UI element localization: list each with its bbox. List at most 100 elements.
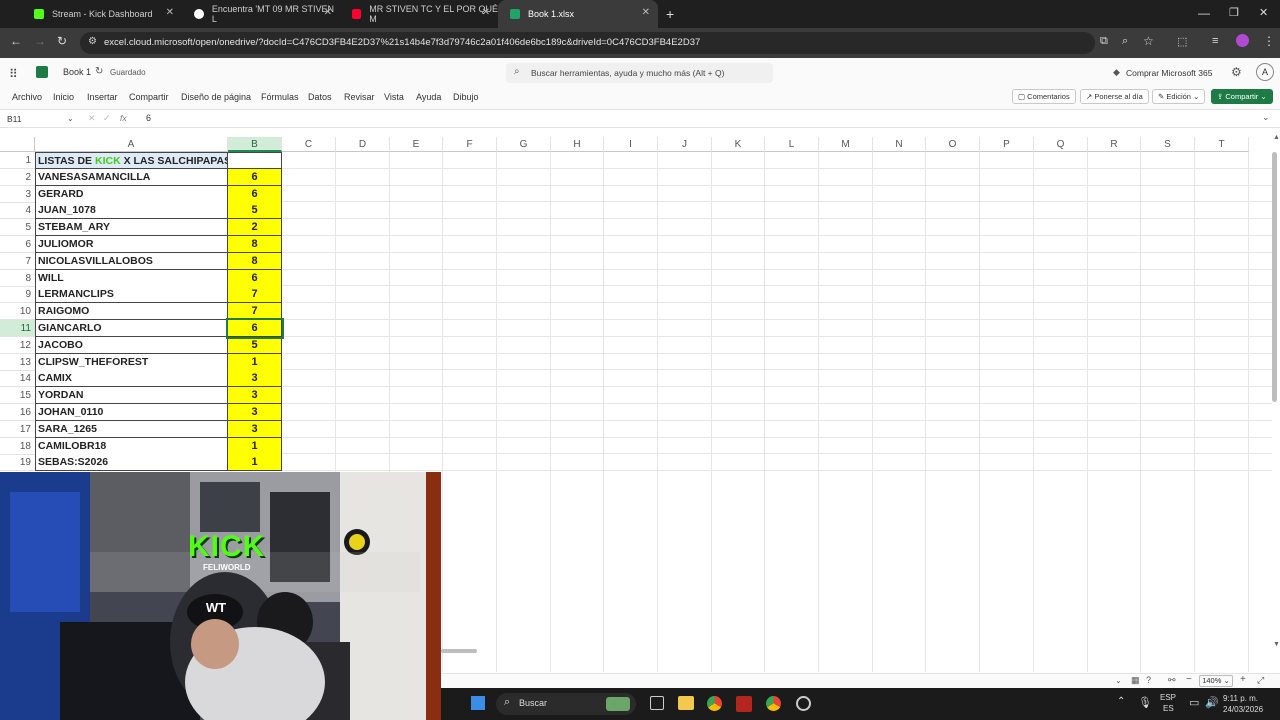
- column-header-i[interactable]: I: [604, 137, 658, 152]
- row-header[interactable]: 18: [0, 438, 35, 455]
- clock-date[interactable]: 24/03/2026: [1223, 705, 1263, 714]
- profile-icon[interactable]: [1236, 34, 1249, 47]
- row-header[interactable]: 14: [0, 370, 35, 388]
- catch-up-button[interactable]: ↗ Ponerse al día: [1080, 89, 1149, 104]
- settings-gear-icon[interactable]: ⚙: [1231, 65, 1242, 79]
- row-header[interactable]: 8: [0, 270, 35, 287]
- row-header[interactable]: 16: [0, 404, 35, 421]
- column-header-d[interactable]: D: [336, 137, 390, 152]
- row-header[interactable]: 9: [0, 286, 35, 304]
- cell-count[interactable]: 3: [228, 370, 282, 388]
- close-tab-icon[interactable]: ✕: [166, 7, 174, 18]
- cell-count[interactable]: 5: [228, 336, 282, 354]
- chrome-profile-icon[interactable]: [766, 696, 781, 711]
- tab-encuentra[interactable]: Encuentra 'MT 09 MR STIVEN L ✕: [182, 0, 340, 28]
- comments-button[interactable]: ▢ Comentarios: [1012, 89, 1076, 104]
- url-field[interactable]: excel.cloud.microsoft/open/onedrive/?doc…: [80, 32, 1095, 54]
- zoom-in-icon[interactable]: +: [1240, 674, 1246, 685]
- column-header-j[interactable]: J: [658, 137, 712, 152]
- column-header-t[interactable]: T: [1195, 137, 1249, 152]
- zoom-icon[interactable]: ⌕: [1122, 35, 1128, 48]
- row-header[interactable]: 5: [0, 219, 35, 237]
- column-header-f[interactable]: F: [443, 137, 497, 152]
- cell-name[interactable]: JULIOMOR: [35, 236, 228, 253]
- cell-name[interactable]: STEBAM_ARY: [35, 219, 228, 237]
- formula-input[interactable]: 6: [146, 113, 151, 123]
- row-header[interactable]: 11: [0, 320, 35, 337]
- cell-b1[interactable]: [228, 152, 282, 169]
- cell-count[interactable]: 5: [228, 202, 282, 220]
- restore-icon[interactable]: ❐: [1229, 6, 1239, 19]
- cell-count[interactable]: 1: [228, 437, 282, 455]
- name-box[interactable]: B11 ⌄: [5, 112, 77, 126]
- cell-name[interactable]: SARA_1265: [35, 420, 228, 438]
- column-header-o[interactable]: O: [926, 137, 980, 152]
- menu-datos[interactable]: Datos: [308, 92, 332, 102]
- expand-formula-icon[interactable]: ⌄: [1262, 112, 1270, 123]
- cell-name[interactable]: GERARD: [35, 185, 228, 203]
- column-header-q[interactable]: Q: [1034, 137, 1088, 152]
- cell-name[interactable]: VANESASAMANCILLA: [35, 168, 228, 186]
- close-window-icon[interactable]: ✕: [1259, 6, 1268, 19]
- horizontal-scrollbar-thumb[interactable]: [441, 649, 477, 653]
- help-icon[interactable]: ?: [1146, 675, 1151, 685]
- obs-icon[interactable]: [796, 696, 811, 711]
- row-header[interactable]: 19: [0, 454, 35, 472]
- task-view-icon[interactable]: [650, 696, 664, 710]
- column-header-r[interactable]: R: [1088, 137, 1141, 152]
- column-header-p[interactable]: P: [980, 137, 1034, 152]
- column-header-g[interactable]: G: [497, 137, 551, 152]
- voicemeeter-icon[interactable]: [736, 696, 752, 712]
- app-launcher-icon[interactable]: ⠿: [9, 67, 18, 81]
- menu-diseno-de-pagina[interactable]: Diseño de página: [181, 92, 251, 102]
- cell-name[interactable]: CAMIX: [35, 370, 228, 388]
- row-header[interactable]: 12: [0, 337, 35, 354]
- menu-archivo[interactable]: Archivo: [12, 92, 42, 102]
- editing-mode-button[interactable]: ✎ Edición ⌄: [1152, 89, 1206, 104]
- cell-count[interactable]: 6: [228, 185, 282, 203]
- cell-name[interactable]: CLIPSW_THEFOREST: [35, 353, 228, 371]
- normal-view-icon[interactable]: ▦: [1131, 675, 1140, 686]
- cell-count[interactable]: 1: [228, 353, 282, 371]
- microphone-icon[interactable]: 🎙: [1138, 696, 1152, 709]
- taskbar-search[interactable]: ⌕ Buscar: [496, 693, 636, 715]
- cell-count[interactable]: 3: [228, 420, 282, 438]
- fullscreen-icon[interactable]: ⤢: [1257, 675, 1264, 686]
- row-header[interactable]: 2: [0, 169, 35, 186]
- language-indicator[interactable]: ESP: [1160, 693, 1176, 702]
- reload-icon[interactable]: ↻: [57, 34, 67, 48]
- cell-count[interactable]: 8: [228, 236, 282, 253]
- cell-name[interactable]: JACOBO: [35, 336, 228, 354]
- menu-insertar[interactable]: Insertar: [87, 92, 118, 102]
- cancel-icon[interactable]: ✕: [88, 113, 96, 124]
- menu-inicio[interactable]: Inicio: [53, 92, 74, 102]
- column-header-l[interactable]: L: [765, 137, 819, 152]
- cell-name[interactable]: LERMANCLIPS: [35, 286, 228, 304]
- cell-name[interactable]: YORDAN: [35, 387, 228, 405]
- column-header-n[interactable]: N: [873, 137, 926, 152]
- menu-vista[interactable]: Vista: [384, 92, 404, 102]
- volume-icon[interactable]: 🔊: [1205, 696, 1219, 709]
- vertical-scrollbar-thumb[interactable]: [1272, 152, 1277, 402]
- cell-count[interactable]: 1: [228, 454, 282, 472]
- cell-name[interactable]: WILL: [35, 269, 228, 287]
- cell-count[interactable]: 8: [228, 252, 282, 270]
- tab-book1[interactable]: Book 1.xlsx ✕: [498, 0, 658, 28]
- browser-menu-icon[interactable]: ⋮: [1263, 34, 1275, 48]
- row-header[interactable]: 17: [0, 421, 35, 438]
- cell-count[interactable]: 2: [228, 219, 282, 237]
- cell-name[interactable]: CAMILOBR18: [35, 437, 228, 455]
- row-header[interactable]: 15: [0, 387, 35, 405]
- zoom-out-icon[interactable]: −: [1186, 674, 1192, 685]
- function-icon[interactable]: fx: [120, 113, 127, 123]
- menu-ayuda[interactable]: Ayuda: [416, 92, 441, 102]
- share-button[interactable]: ⇪ Compartir ⌄: [1211, 89, 1273, 104]
- column-header-s[interactable]: S: [1141, 137, 1195, 152]
- avatar[interactable]: A: [1256, 63, 1274, 81]
- cell-count[interactable]: 7: [228, 286, 282, 304]
- cell-name[interactable]: GIANCARLO: [35, 320, 228, 337]
- cell-name[interactable]: RAIGOMO: [35, 303, 228, 321]
- status-options-icon[interactable]: ⌄: [1115, 676, 1122, 685]
- column-header-c[interactable]: C: [282, 137, 336, 152]
- buy-microsoft-365-link[interactable]: Comprar Microsoft 365: [1126, 68, 1212, 78]
